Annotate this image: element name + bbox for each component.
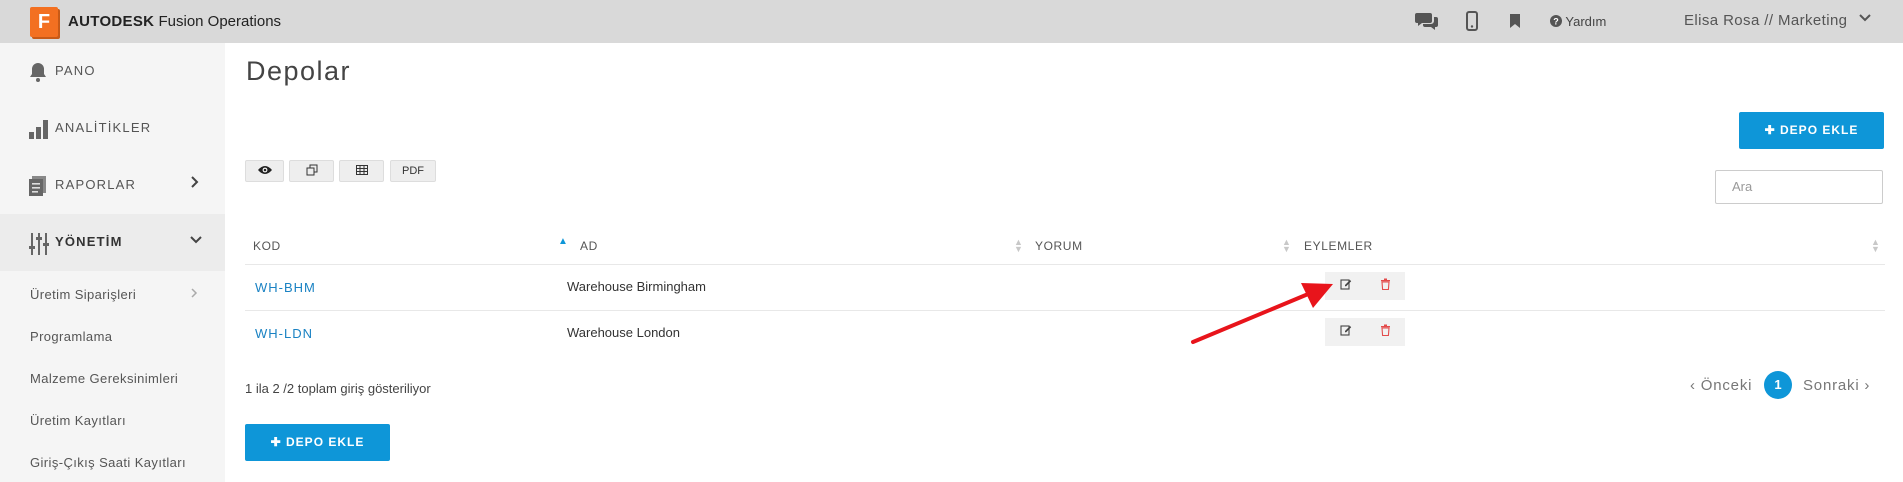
chevron-down-icon[interactable]: [1858, 11, 1872, 28]
sidebar-subitem-uretim-siparisleri[interactable]: Üretim Siparişleri: [30, 287, 136, 302]
table-icon: [355, 165, 368, 175]
plus-icon: ✚: [270, 435, 282, 449]
trash-icon[interactable]: [1380, 324, 1391, 339]
copy-icon: [306, 164, 317, 176]
help-link[interactable]: ? Yardım: [1550, 14, 1606, 29]
sidebar-subitem-giris-cikis[interactable]: Giriş-Çıkış Saati Kayıtları: [30, 455, 186, 470]
column-header-yorum[interactable]: YORUM: [1035, 239, 1083, 253]
document-icon: [28, 175, 50, 197]
sidebar-item-raporlar[interactable]: RAPORLAR: [0, 157, 225, 214]
table-row-name: Warehouse London: [567, 325, 680, 340]
search-input[interactable]: Ara: [1715, 170, 1883, 204]
sidebar-subitem-malzeme-gereksinimleri[interactable]: Malzeme Gereksinimleri: [30, 371, 178, 386]
copy-button[interactable]: [289, 160, 334, 182]
divider: [245, 264, 1885, 265]
bookmark-icon[interactable]: [1510, 14, 1520, 33]
brand-name: AUTODESK Fusion Operations: [68, 13, 281, 30]
table-info: 1 ila 2 /2 toplam giriş gösteriliyor: [245, 381, 431, 396]
mobile-icon[interactable]: [1466, 11, 1478, 36]
column-visibility-button[interactable]: [245, 160, 284, 182]
chevron-down-icon: [190, 233, 202, 248]
pagination-page-1[interactable]: 1: [1764, 371, 1792, 399]
sidebar-item-pano[interactable]: PANO: [0, 43, 225, 100]
question-circle-icon: ?: [1550, 15, 1562, 27]
eye-icon: [257, 166, 272, 174]
pdf-button[interactable]: PDF: [390, 160, 436, 182]
sidebar-subitem-programlama[interactable]: Programlama: [30, 329, 112, 344]
sidebar-item-label: ANALİTİKLER: [55, 120, 152, 135]
chat-icon[interactable]: [1415, 11, 1439, 36]
sidebar: PANO ANALİTİKLER RAPORLAR YÖNETİM Üretim…: [0, 43, 225, 482]
annotation-arrow: [1191, 283, 1333, 344]
sort-icon[interactable]: ▲ ▼: [1282, 238, 1291, 254]
add-warehouse-button-bottom[interactable]: ✚ DEPO EKLE: [245, 424, 390, 461]
csv-button[interactable]: [339, 160, 384, 182]
sort-icon[interactable]: ▲ ▼: [1871, 238, 1880, 254]
fusion-logo[interactable]: F: [30, 7, 58, 37]
column-header-kod[interactable]: KOD: [253, 239, 281, 253]
bell-icon: [28, 61, 50, 83]
column-header-ad[interactable]: AD: [580, 239, 598, 253]
add-warehouse-button[interactable]: ✚ DEPO EKLE: [1739, 112, 1884, 149]
divider: [245, 310, 1885, 311]
sort-icon[interactable]: ▲ ▼: [1014, 238, 1023, 254]
trash-icon[interactable]: [1380, 278, 1391, 293]
add-warehouse-label: DEPO EKLE: [286, 435, 365, 449]
brand-product: Fusion Operations: [158, 13, 282, 30]
pagination-next[interactable]: Sonraki ›: [1803, 377, 1870, 394]
sidebar-item-label: YÖNETİM: [55, 234, 123, 249]
pagination-previous[interactable]: ‹ Önceki: [1690, 377, 1752, 394]
top-bar: F AUTODESK Fusion Operations ? Yardım El…: [0, 0, 1903, 43]
chevron-right-icon: [190, 287, 198, 302]
brand-autodesk: AUTODESK: [68, 13, 155, 30]
sidebar-item-label: RAPORLAR: [55, 177, 137, 192]
sidebar-item-label: PANO: [55, 63, 96, 78]
help-label: Yardım: [1565, 14, 1607, 29]
sidebar-item-yonetim[interactable]: YÖNETİM: [0, 214, 225, 271]
sidebar-subitem-uretim-kayitlari[interactable]: Üretim Kayıtları: [30, 413, 126, 428]
bar-chart-icon: [28, 118, 50, 140]
table-row-name: Warehouse Birmingham: [567, 279, 706, 294]
sort-asc-icon[interactable]: ▲: [558, 236, 568, 247]
sliders-icon: [28, 232, 50, 255]
page-title: Depolar: [246, 56, 352, 86]
table-row-code-link[interactable]: WH-LDN: [255, 326, 313, 341]
column-header-eylemler: EYLEMLER: [1304, 239, 1373, 253]
plus-icon: ✚: [1764, 123, 1776, 137]
svg-text:?: ?: [1553, 17, 1559, 27]
add-warehouse-label: DEPO EKLE: [1780, 123, 1859, 137]
user-menu[interactable]: Elisa Rosa // Marketing: [1684, 12, 1847, 29]
table-row-code-link[interactable]: WH-BHM: [255, 280, 316, 295]
chevron-right-icon: [190, 176, 200, 191]
sidebar-item-analitikler[interactable]: ANALİTİKLER: [0, 100, 225, 157]
